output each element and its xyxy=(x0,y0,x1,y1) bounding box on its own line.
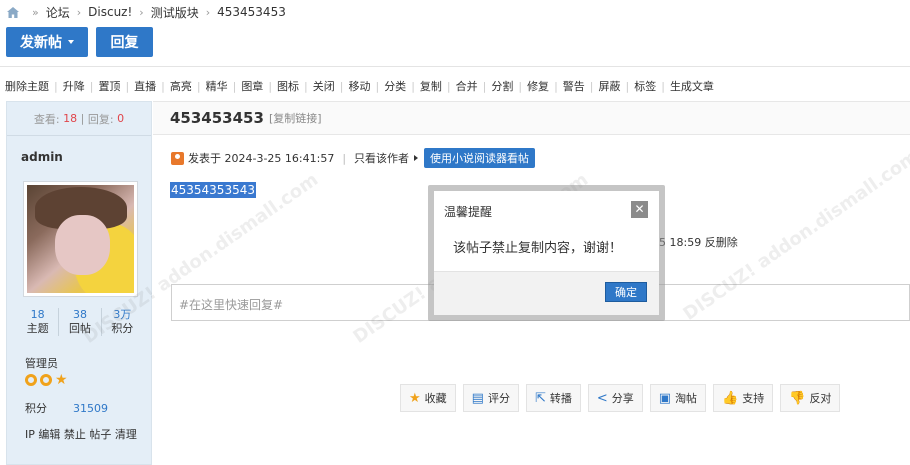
breadcrumb-thread[interactable]: 453453453 xyxy=(217,5,286,19)
mod-bump[interactable]: 升降 xyxy=(63,78,85,94)
taotie-icon: ▣ xyxy=(658,390,672,406)
author-name[interactable]: admin xyxy=(21,150,63,164)
thumbs-up-icon: 👍 xyxy=(722,390,739,406)
stats-separator: | xyxy=(80,112,85,125)
breadcrumb-discuz[interactable]: Discuz! xyxy=(88,5,132,19)
mod-digest[interactable]: 精华 xyxy=(206,78,228,94)
novel-reader-button[interactable]: 使用小说阅读器看帖 xyxy=(424,148,536,168)
replies-count: 0 xyxy=(117,112,125,125)
reminder-dialog: 温馨提醒 ✕ 该帖子禁止复制内容，谢谢！ 确定 xyxy=(434,191,659,315)
author-counts: 18 主题 38 回帖 3万 积分 xyxy=(17,308,143,336)
post-meta: 发表于 2024-3-25 16:41:57 | 只看该作者 使用小说阅读器看帖 xyxy=(171,148,536,168)
dialog-footer: 确定 xyxy=(434,271,659,315)
post-content: 45354353543 xyxy=(170,182,256,198)
user-status-icon xyxy=(171,151,184,165)
new-post-button[interactable]: 发新帖 xyxy=(6,27,88,57)
mod-sticky[interactable]: 置顶 xyxy=(98,78,120,94)
dialog-message: 该帖子禁止复制内容，谢谢！ xyxy=(453,241,623,256)
mod-copy[interactable]: 复制 xyxy=(420,78,442,94)
only-author-link[interactable]: 只看该作者 xyxy=(354,150,409,166)
new-post-label: 发新帖 xyxy=(20,35,62,51)
thread-action-buttons: 发新帖 回复 xyxy=(6,27,153,57)
avatar[interactable] xyxy=(23,181,138,297)
mod-move[interactable]: 移动 xyxy=(348,78,370,94)
star-rank-icon: ★ xyxy=(55,372,68,388)
post-date: 发表于 2024-3-25 16:41:57 xyxy=(188,152,335,165)
triangle-right-icon xyxy=(414,155,419,161)
views-count: 18 xyxy=(63,112,78,125)
breadcrumb-separator: › xyxy=(205,5,211,19)
points-value: 31509 xyxy=(73,402,108,415)
threads-count[interactable]: 18 主题 xyxy=(17,308,60,336)
mod-stamp[interactable]: 图章 xyxy=(241,78,263,94)
mod-merge[interactable]: 合并 xyxy=(456,78,478,94)
rate-icon: ▤ xyxy=(471,390,484,406)
sun-rank-icon xyxy=(40,374,52,386)
breadcrumb-forum[interactable]: 论坛 xyxy=(46,4,70,21)
views-label: 查看: xyxy=(33,112,60,126)
rate-button[interactable]: ▤ 评分 xyxy=(462,384,519,412)
mod-live[interactable]: 直播 xyxy=(134,78,156,94)
points-label: 积分 xyxy=(25,402,47,415)
dialog-title: 温馨提醒 xyxy=(444,205,493,219)
mod-block[interactable]: 屏蔽 xyxy=(599,78,621,94)
taotie-button[interactable]: ▣ 淘帖 xyxy=(649,384,707,412)
quick-reply-placeholder: #在这里快速回复# xyxy=(179,298,284,312)
mod-repair[interactable]: 修复 xyxy=(527,78,549,94)
post-header: 453453453 [复制链接] xyxy=(153,101,910,135)
mod-icon[interactable]: 图标 xyxy=(277,78,299,94)
support-button[interactable]: 👍 支持 xyxy=(713,384,774,412)
rank-stars: ★ xyxy=(25,372,68,388)
divider xyxy=(0,66,910,67)
mod-category[interactable]: 分类 xyxy=(384,78,406,94)
breadcrumb-separator: › xyxy=(139,5,144,19)
star-icon: ★ xyxy=(409,390,421,406)
reply-button[interactable]: 回复 xyxy=(96,27,153,57)
mod-tags[interactable]: 标签 xyxy=(634,78,656,94)
thread-stats: 查看: 18 | 回复: 0 xyxy=(7,102,151,136)
home-icon[interactable] xyxy=(7,6,19,18)
mod-delete-thread[interactable]: 删除主题 xyxy=(5,78,49,94)
breadcrumb-board[interactable]: 测试版块 xyxy=(151,4,199,21)
moderation-toolbar: 删除主题 | 升降 | 置顶 | 直播 | 高亮 | 精华 | 图章 | 图标 | 关闭 | 移动… xyxy=(5,78,714,94)
thread-title: 453453453 xyxy=(170,109,264,127)
thumbs-down-icon: 👎 xyxy=(789,390,806,406)
oppose-button[interactable]: 👎 反对 xyxy=(780,384,841,412)
admin-operations[interactable]: IP 编辑 禁止 帖子 清理 xyxy=(25,426,137,442)
mod-highlight[interactable]: 高亮 xyxy=(170,78,192,94)
post-actions: ★ 收藏 ▤ 评分 ⇱ 转播 < 分享 ▣ 淘帖 👍 支持 👎 反对 xyxy=(400,384,841,412)
close-icon[interactable]: ✕ xyxy=(631,201,648,218)
sun-rank-icon xyxy=(25,374,37,386)
mod-generate-article[interactable]: 生成文章 xyxy=(670,78,714,94)
replies-count-stat[interactable]: 38 回帖 xyxy=(59,308,102,336)
author-points: 积分 31509 xyxy=(25,400,108,416)
user-role[interactable]: 管理员 xyxy=(25,355,58,371)
deleted-note[interactable]: 5 18:59 反删除 xyxy=(659,234,738,250)
repost-button[interactable]: ⇱ 转播 xyxy=(525,384,581,412)
confirm-button[interactable]: 确定 xyxy=(605,282,647,302)
avatar-image xyxy=(27,185,134,293)
mod-close[interactable]: 关闭 xyxy=(313,78,335,94)
copy-link[interactable]: [复制链接] xyxy=(269,110,322,126)
breadcrumb: » 论坛 › Discuz! › 测试版块 › 453453453 xyxy=(7,4,286,20)
caret-down-icon xyxy=(68,40,74,44)
share-icon: < xyxy=(596,390,608,406)
share-external-icon: ⇱ xyxy=(534,390,546,406)
breadcrumb-separator: › xyxy=(76,5,82,19)
credits-count[interactable]: 3万 积分 xyxy=(102,308,143,336)
mod-warn[interactable]: 警告 xyxy=(563,78,585,94)
reply-label: 回复 xyxy=(110,35,139,51)
breadcrumb-separator: » xyxy=(32,5,39,19)
share-button[interactable]: < 分享 xyxy=(587,384,643,412)
replies-label: 回复: xyxy=(87,112,114,126)
author-sidebar: 查看: 18 | 回复: 0 admin 18 主题 38 回帖 3万 积分 管… xyxy=(6,101,152,465)
favorite-button[interactable]: ★ 收藏 xyxy=(400,384,456,412)
mod-split[interactable]: 分割 xyxy=(491,78,513,94)
